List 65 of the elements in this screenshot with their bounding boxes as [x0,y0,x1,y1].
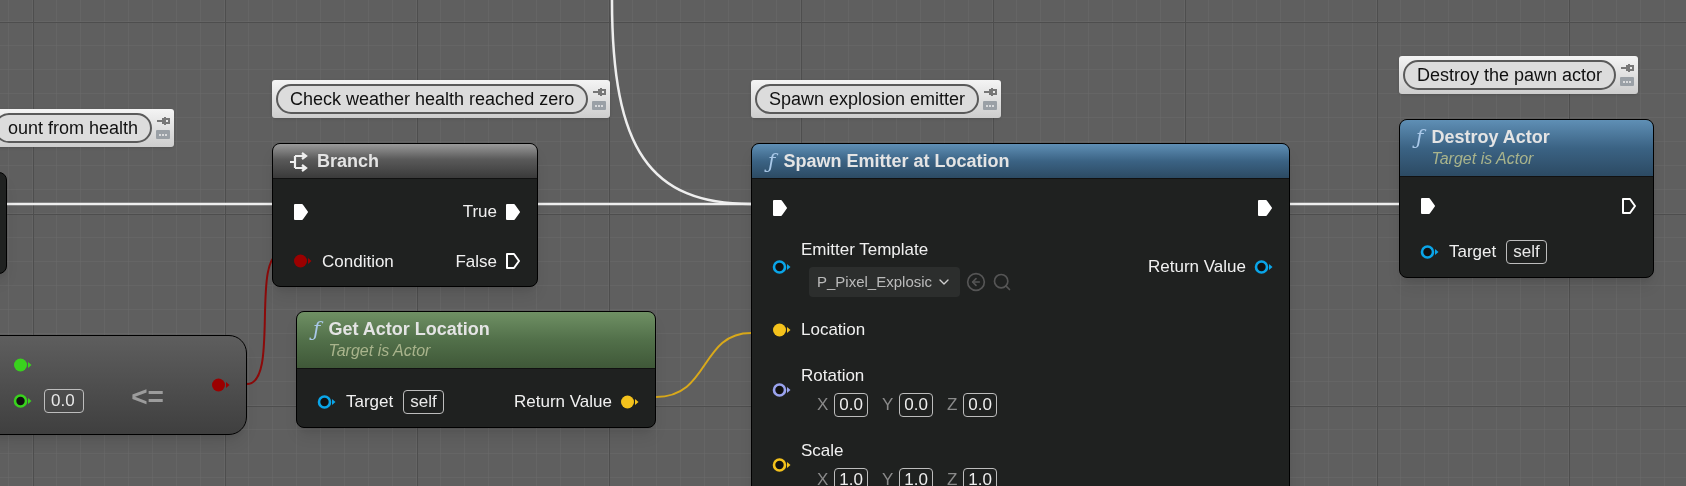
exec-pin-icon[interactable] [1257,199,1273,217]
comment-text: Spawn explosion emitter [755,84,980,114]
axis-label: Z [946,394,958,416]
comment-text: ount from health [0,113,153,143]
node-subtitle: Target is Actor [328,341,432,361]
node-title: Get Actor Location [328,318,490,340]
data-pin-icon[interactable] [772,321,791,338]
node-title: Spawn Emitter at Location [783,150,1010,172]
value-field[interactable]: self [403,389,444,414]
comment-text: Check weather health reached zero [276,84,589,114]
node-title: Destroy Actor [1431,126,1550,148]
data-pin-icon[interactable] [13,393,32,409]
pin-label: Return Value [1148,256,1246,279]
axis-value-field[interactable]: 1.0 [899,467,933,486]
value-field[interactable]: self [1506,239,1547,264]
pin-label: Scale [801,439,845,462]
pin-label: Rotation [801,364,866,387]
graph-node[interactable]: ƒ Get Actor Location Target is Actor Target self Return Value [296,311,656,428]
asset-dropdown[interactable]: P_Pixel_Explosic [809,266,961,297]
value-field[interactable]: 0.0 [44,389,84,413]
branch-icon [289,152,309,172]
graph-node[interactable]: ƒ Destroy Actor Target is Actor Target self [1399,119,1654,278]
axis-label: X [817,394,829,416]
exec-pin-icon[interactable] [505,202,521,221]
exec-pin-icon[interactable] [1420,197,1436,215]
exec-pin-icon[interactable] [772,199,788,217]
pin-label: Target [346,391,394,413]
exec-pin-icon[interactable] [293,202,309,221]
pin-label: Location [801,319,866,341]
graph-node[interactable]: ƒ Spawn Emitter at Location Emitter Template P_Pixel_Explosic Return Value Location Rotation X 0.0 Y 0.0 Z 0.0 Scale X 1.0 Y 1.0 Z 1.0 [751,143,1290,486]
pin-icon[interactable] [983,86,998,97]
pin-icon[interactable] [1620,62,1635,73]
pin-label: Condition [322,250,394,273]
pin-icon[interactable] [592,86,607,97]
data-pin-icon[interactable] [317,393,336,410]
pin-label: Return Value [514,391,612,413]
pin-label: Emitter Template [801,239,930,261]
axis-value-field[interactable]: 0.0 [834,392,868,417]
comment-text: Destroy the pawn actor [1403,60,1617,90]
axis-label: Y [882,469,894,486]
pin-label: True [462,201,497,223]
data-pin-icon[interactable] [1254,259,1273,275]
node-title: Branch [317,150,379,172]
pin-icon[interactable] [156,115,171,126]
data-pin-icon[interactable] [772,259,791,275]
data-pin-icon[interactable] [772,457,791,473]
axis-value-field[interactable]: 0.0 [899,392,933,417]
data-pin-icon[interactable] [772,382,791,398]
operator-symbol: <= [131,380,164,414]
asset-name: P_Pixel_Explosic [817,271,933,292]
axis-value-field[interactable]: 1.0 [834,467,868,486]
graph-node[interactable]: Branch True Condition False [272,143,538,287]
axis-value-field[interactable]: 0.0 [963,392,997,417]
node-subtitle: Target is Actor [1431,149,1535,169]
axis-label: X [817,469,829,486]
axis-value-field[interactable]: 1.0 [963,467,997,486]
pin-label: Target [1449,241,1497,263]
data-pin-icon[interactable] [1420,243,1439,260]
pin-label: False [455,250,497,273]
axis-label: Y [882,394,894,416]
exec-pin-icon[interactable] [1621,197,1637,215]
exec-pin-icon[interactable] [505,252,521,271]
axis-label: Z [946,469,958,486]
data-pin-icon[interactable] [620,393,639,410]
compare-node[interactable]: 0.0 <= [0,335,247,435]
